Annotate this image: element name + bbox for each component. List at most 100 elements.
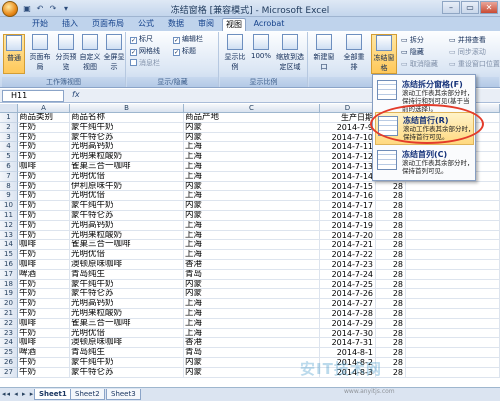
tab-formulas[interactable]: 公式 <box>134 18 158 31</box>
page-layout-view-button[interactable]: 页面布局 <box>27 34 53 74</box>
new-window-button[interactable]: 新建窗口 <box>311 34 337 74</box>
table-cell[interactable]: 青岛纯生 <box>70 348 184 358</box>
table-cell[interactable]: 牛奶 <box>18 132 70 143</box>
normal-view-button[interactable]: 普通 <box>3 34 25 74</box>
table-cell[interactable]: 28 <box>376 220 406 231</box>
table-cell[interactable] <box>406 230 500 241</box>
row-header[interactable]: 5 <box>0 152 18 162</box>
table-cell[interactable]: 28 <box>376 250 406 260</box>
table-cell[interactable] <box>406 201 500 211</box>
ruler-checkbox[interactable]: ✓ 标尺 <box>130 34 153 44</box>
table-cell[interactable]: 2014-7-17 <box>320 201 376 211</box>
table-cell[interactable]: 上海 <box>184 309 320 319</box>
table-cell[interactable]: 光明果粒酸奶 <box>70 230 184 241</box>
table-cell[interactable] <box>406 358 500 368</box>
table-cell[interactable]: 上海 <box>184 220 320 231</box>
row-header[interactable]: 20 <box>0 299 18 309</box>
table-cell[interactable] <box>406 279 500 290</box>
tab-review[interactable]: 审阅 <box>194 18 218 31</box>
sheet-tab-2[interactable]: Sheet2 <box>70 389 105 400</box>
tab-data[interactable]: 数据 <box>164 18 188 31</box>
table-cell[interactable] <box>406 328 500 339</box>
table-cell[interactable]: 光明优倍 <box>70 191 184 202</box>
table-cell[interactable]: 上海 <box>184 318 320 329</box>
table-cell[interactable]: 上海 <box>184 171 320 182</box>
table-cell[interactable]: 2014-7-11 <box>320 142 376 153</box>
row-header[interactable]: 12 <box>0 220 18 231</box>
table-cell[interactable]: 28 <box>376 230 406 241</box>
table-cell[interactable]: 28 <box>376 279 406 290</box>
table-cell[interactable] <box>406 299 500 309</box>
fx-icon[interactable]: fx <box>72 90 80 99</box>
sheet-tab-1[interactable]: Sheet1 <box>34 389 72 400</box>
table-cell[interactable]: 2014-7-29 <box>320 318 376 329</box>
table-cell[interactable]: 牛奶 <box>18 122 70 133</box>
table-cell[interactable]: 上海 <box>184 152 320 162</box>
row-header[interactable]: 4 <box>0 142 18 153</box>
tab-acrobat[interactable]: Acrobat <box>252 18 286 31</box>
synchronous-scrolling-button[interactable]: ▭ 同步滚动 <box>449 47 486 57</box>
table-cell[interactable]: 商品产地 <box>184 113 320 123</box>
table-cell[interactable]: 啤酒 <box>18 348 70 358</box>
row-header[interactable]: 27 <box>0 367 18 378</box>
table-cell[interactable] <box>406 220 500 231</box>
row-header[interactable]: 24 <box>0 338 18 349</box>
row-header[interactable]: 13 <box>0 230 18 241</box>
table-cell[interactable]: 咖啡 <box>18 260 70 270</box>
table-cell[interactable]: 咖啡 <box>18 318 70 329</box>
table-cell[interactable] <box>406 240 500 251</box>
table-cell[interactable]: 上海 <box>184 328 320 339</box>
table-cell[interactable]: 上海 <box>184 162 320 172</box>
table-cell[interactable]: 蒙牛纯牛奶 <box>70 358 184 368</box>
table-cell[interactable]: 内蒙 <box>184 132 320 143</box>
custom-views-button[interactable]: 自定义视图 <box>79 34 101 74</box>
table-cell[interactable]: 光明高钙奶 <box>70 142 184 153</box>
table-cell[interactable] <box>406 309 500 319</box>
table-cell[interactable]: 2014-7-15 <box>320 181 376 192</box>
table-cell[interactable]: 2014-7-16 <box>320 191 376 202</box>
table-cell[interactable]: 牛奶 <box>18 181 70 192</box>
full-screen-button[interactable]: 全屏显示 <box>102 34 126 74</box>
table-cell[interactable]: 2014-7-28 <box>320 309 376 319</box>
table-cell[interactable]: 牛奶 <box>18 279 70 290</box>
table-cell[interactable] <box>406 181 500 192</box>
table-cell[interactable]: 蒙牛纯牛奶 <box>70 201 184 211</box>
table-cell[interactable]: 牛奶 <box>18 358 70 368</box>
row-header[interactable]: 15 <box>0 250 18 260</box>
headings-checkbox[interactable]: ✓ 标题 <box>173 46 196 56</box>
column-header-a[interactable]: A <box>18 104 70 113</box>
maximize-button[interactable]: ▭ <box>461 1 479 14</box>
row-header[interactable]: 11 <box>0 211 18 221</box>
row-header[interactable]: 6 <box>0 162 18 172</box>
page-break-preview-button[interactable]: 分页预览 <box>55 34 77 74</box>
freeze-first-column-item[interactable]: 冻结首列(C) 滚动工作表其余部分时，保持首列可见。 <box>375 147 474 180</box>
table-cell[interactable]: 澳顿原味咖啡 <box>70 260 184 270</box>
table-cell[interactable]: 咖啡 <box>18 162 70 172</box>
table-cell[interactable]: 光明果粒酸奶 <box>70 152 184 162</box>
table-cell[interactable]: 蒙牛纯牛奶 <box>70 279 184 290</box>
tab-page-layout[interactable]: 页面布局 <box>88 18 128 31</box>
row-header[interactable]: 8 <box>0 181 18 192</box>
table-cell[interactable]: 蒙牛特仑苏 <box>70 367 184 378</box>
name-box[interactable]: H11 <box>2 90 64 102</box>
table-cell[interactable]: 2014-7-19 <box>320 220 376 231</box>
table-cell[interactable]: 光明果粒酸奶 <box>70 309 184 319</box>
row-header[interactable]: 10 <box>0 201 18 211</box>
sheet-tab-3[interactable]: Sheet3 <box>106 389 141 400</box>
arrange-all-button[interactable]: 全部重排 <box>341 34 367 74</box>
table-cell[interactable]: 牛奶 <box>18 171 70 182</box>
table-cell[interactable]: 蒙牛特仑苏 <box>70 289 184 300</box>
table-cell[interactable]: 28 <box>376 211 406 221</box>
table-cell[interactable]: 28 <box>376 328 406 339</box>
table-cell[interactable]: 2014-7-10 <box>320 132 376 143</box>
table-cell[interactable]: 青岛 <box>184 348 320 358</box>
table-cell[interactable]: 2014-7-20 <box>320 230 376 241</box>
table-cell[interactable]: 2014-7-23 <box>320 260 376 270</box>
table-cell[interactable]: 28 <box>376 181 406 192</box>
table-cell[interactable]: 蒙牛纯牛奶 <box>70 122 184 133</box>
table-cell[interactable]: 牛奶 <box>18 211 70 221</box>
table-cell[interactable] <box>406 269 500 280</box>
close-button[interactable]: ✕ <box>480 1 498 14</box>
table-cell[interactable]: 伊利原味牛奶 <box>70 181 184 192</box>
zoom-100-button[interactable]: 100% <box>250 34 272 74</box>
